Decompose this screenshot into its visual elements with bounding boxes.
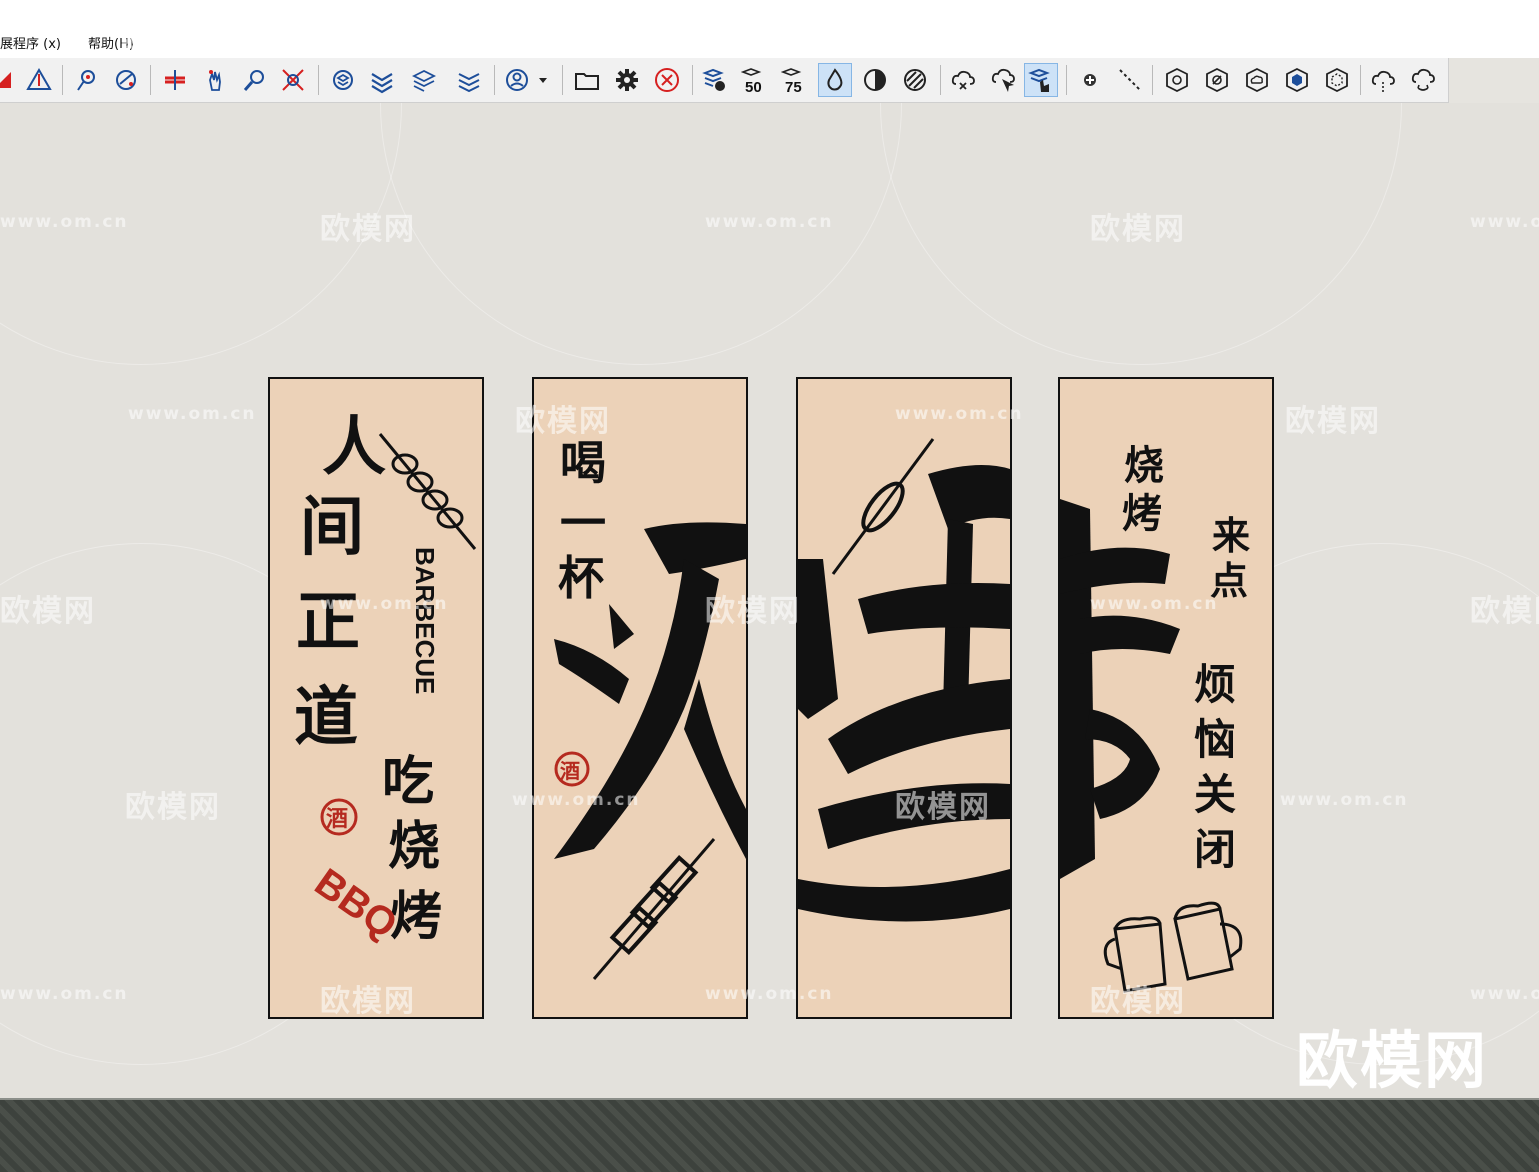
hexagon-slash-icon[interactable] bbox=[1200, 63, 1234, 97]
corner-brand-logo: 欧模网 bbox=[1296, 1024, 1489, 1097]
svg-text:酒: 酒 bbox=[326, 806, 348, 832]
cloud-x-icon[interactable] bbox=[946, 63, 980, 97]
layer-hand-icon[interactable] bbox=[1024, 63, 1058, 97]
brush-stroke-kao bbox=[798, 465, 1010, 922]
calligraphy-panel-2[interactable]: 喝 一 杯 酒 bbox=[532, 377, 748, 1019]
skewer-icon bbox=[831, 438, 935, 575]
wine-seal-stamp: 酒 bbox=[320, 798, 358, 836]
calligraphy-panel-4[interactable]: 烧 烤 来 点 烦 恼 关 闭 bbox=[1058, 377, 1274, 1019]
svg-text:50: 50 bbox=[745, 79, 762, 94]
chevron-down-icon[interactable] bbox=[534, 63, 552, 97]
red-triangle-icon[interactable] bbox=[0, 63, 20, 97]
svg-text:关: 关 bbox=[1194, 770, 1236, 819]
skewer-icon bbox=[592, 838, 716, 980]
svg-text:吃: 吃 bbox=[382, 751, 434, 812]
3d-viewport[interactable] bbox=[0, 103, 1539, 1100]
wine-seal-stamp: 酒 bbox=[554, 751, 590, 787]
svg-text:烧: 烧 bbox=[388, 816, 440, 877]
opacity-75-icon[interactable]: 75 bbox=[778, 63, 812, 97]
floor bbox=[0, 1100, 1539, 1172]
svg-text:杯: 杯 bbox=[558, 551, 604, 605]
user-avatar-icon[interactable] bbox=[500, 63, 534, 97]
layer-settings-icon[interactable] bbox=[452, 63, 486, 97]
layer-eye-icon[interactable] bbox=[698, 63, 732, 97]
striped-circle-icon[interactable] bbox=[898, 63, 932, 97]
menu-extensions[interactable]: 展程序 (x) bbox=[0, 33, 61, 52]
toolbar: 50 75 bbox=[0, 58, 1449, 103]
barbecue-text: BARBECUE bbox=[410, 547, 440, 694]
close-circle-icon[interactable] bbox=[650, 63, 684, 97]
svg-text:烧: 烧 bbox=[1124, 442, 1164, 489]
svg-text:喝: 喝 bbox=[560, 436, 606, 490]
watermark-arc bbox=[380, 103, 902, 365]
folder-open-icon[interactable] bbox=[570, 63, 604, 97]
layer-stack-icon[interactable] bbox=[326, 63, 360, 97]
watermark-arc bbox=[0, 103, 402, 365]
svg-text:一: 一 bbox=[560, 496, 606, 550]
pin-locate-icon[interactable] bbox=[70, 63, 104, 97]
svg-text:烦: 烦 bbox=[1194, 660, 1236, 709]
hexagon-dashed-icon[interactable] bbox=[1320, 63, 1354, 97]
watermark-arc bbox=[880, 103, 1402, 365]
calligraphy-panel-3[interactable] bbox=[796, 377, 1012, 1019]
svg-text:闭: 闭 bbox=[1194, 825, 1236, 874]
svg-text:烤: 烤 bbox=[1122, 490, 1162, 537]
magnifier-icon[interactable] bbox=[238, 63, 272, 97]
zoom-extents-icon[interactable] bbox=[276, 63, 310, 97]
svg-text:正: 正 bbox=[296, 585, 360, 660]
svg-text:酒: 酒 bbox=[560, 759, 580, 783]
menu-help[interactable]: 帮助(H) bbox=[88, 33, 134, 52]
warning-triangle-icon[interactable] bbox=[22, 63, 56, 97]
svg-text:恼: 恼 bbox=[1194, 715, 1236, 764]
menu-bar: 展程序 (x) 帮助(H) bbox=[0, 0, 1539, 58]
cross-lines-icon[interactable] bbox=[365, 63, 399, 97]
plus-dot-icon[interactable] bbox=[1073, 63, 1107, 97]
brush-stroke-kao-right bbox=[1060, 499, 1180, 879]
svg-text:点: 点 bbox=[1210, 558, 1248, 603]
refresh-sphere-icon[interactable] bbox=[109, 63, 143, 97]
cloud-sync-icon[interactable] bbox=[1406, 63, 1440, 97]
svg-text:75: 75 bbox=[785, 79, 802, 94]
hexagon-cloud-icon[interactable] bbox=[1240, 63, 1274, 97]
gear-icon[interactable] bbox=[610, 63, 644, 97]
hexagon-cube-icon[interactable] bbox=[1280, 63, 1314, 97]
layer-eraser-icon[interactable] bbox=[407, 63, 441, 97]
panel-text-renjian: 人 bbox=[322, 410, 386, 485]
drop-icon[interactable] bbox=[818, 63, 852, 97]
hand-pointer-icon[interactable] bbox=[198, 63, 232, 97]
cloud-pointer-icon[interactable] bbox=[986, 63, 1020, 97]
hexagon-clock-icon[interactable] bbox=[1160, 63, 1194, 97]
opacity-50-icon[interactable]: 50 bbox=[738, 63, 772, 97]
dashed-line-icon[interactable] bbox=[1113, 63, 1147, 97]
section-plane-icon[interactable] bbox=[158, 63, 192, 97]
cloud-dashed-icon[interactable] bbox=[1366, 63, 1400, 97]
contrast-half-icon[interactable] bbox=[858, 63, 892, 97]
skewer-icon bbox=[378, 433, 477, 550]
svg-text:间: 间 bbox=[300, 490, 364, 565]
svg-text:来: 来 bbox=[1212, 513, 1250, 558]
svg-text:道: 道 bbox=[294, 680, 358, 755]
beer-mugs-icon bbox=[1103, 901, 1243, 993]
calligraphy-panel-1[interactable]: 人 间 正 道 BARBECUE 吃 烧 烤 酒 BBQ bbox=[268, 377, 484, 1019]
